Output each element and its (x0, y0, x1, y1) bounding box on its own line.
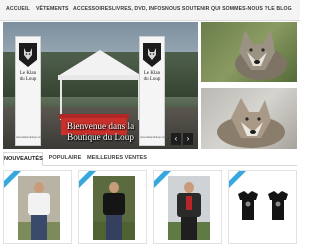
nav-item-livres[interactable]: LIVRES, DVD, INFOS (112, 6, 165, 12)
nav-item-accessoires[interactable]: ACCESSOIRES (73, 6, 112, 12)
tab-nouveautes[interactable]: NOUVEAUTÉS (3, 152, 43, 166)
chevron-left-icon[interactable]: ‹ (171, 133, 181, 145)
banner-name-line1: Le Klan (19, 71, 37, 76)
tab-meilleures-ventes[interactable]: MEILLEURES VENTES (87, 152, 147, 164)
tent-band (58, 75, 142, 80)
wolf-image-top[interactable] (201, 22, 297, 82)
model-jeans (31, 215, 47, 240)
banner-name-line2: du Loup (143, 76, 161, 82)
nav-item-vetements[interactable]: VÊTEMENTS (36, 6, 69, 12)
top-navigation: ACCUEIL VÊTEMENTS ACCESSOIRES LIVRES, DV… (0, 0, 300, 21)
chevron-right-icon[interactable]: › (183, 133, 193, 145)
model-jeans (106, 215, 122, 240)
tab-populaire[interactable]: POPULAIRE (47, 152, 83, 164)
tent-roof (58, 50, 142, 76)
model-shirt-detail (186, 196, 192, 210)
welcome-line1: Bienvenue dans la (66, 121, 135, 131)
welcome-caption: Bienvenue dans la Boutique du Loup (3, 121, 198, 143)
nav-item-blog[interactable]: LE BLOG (268, 6, 292, 12)
wolf-logo-icon (19, 43, 37, 67)
banner-name-line1: Le Klan (143, 71, 161, 76)
model-head (184, 182, 194, 193)
product-image[interactable] (168, 176, 210, 240)
model-head (34, 182, 44, 193)
nav-item-qui[interactable]: QUI SOMMES-NOUS ? (211, 6, 268, 12)
product-image[interactable] (93, 176, 135, 240)
nav-item-soutenir[interactable]: NOUS SOUTENIR (165, 6, 210, 12)
product-card[interactable] (153, 170, 222, 244)
welcome-line2: Boutique du Loup (67, 132, 134, 142)
product-image[interactable] (234, 176, 294, 240)
nav-item-accueil[interactable]: ACCUEIL (6, 6, 30, 12)
banner-brand-name: Le Klan du Loup (16, 71, 40, 82)
banner-name-line2: du Loup (19, 76, 37, 82)
hero-slider[interactable]: Le Klan du Loup www.leklanduloup.com Le … (3, 22, 198, 149)
model-head (109, 182, 119, 193)
wolf-logo-icon (143, 43, 161, 67)
model-tshirt (28, 193, 50, 215)
product-image[interactable] (18, 176, 60, 240)
product-tabs: NOUVEAUTÉS POPULAIRE MEILLEURES VENTES (3, 152, 297, 166)
banner-brand-name: Le Klan du Loup (140, 71, 164, 82)
product-card[interactable] (78, 170, 147, 244)
wolf-image-bottom[interactable] (201, 88, 297, 149)
product-card[interactable] (3, 170, 72, 244)
model-tshirt (103, 193, 125, 215)
model-pants (181, 217, 197, 240)
product-card[interactable] (228, 170, 297, 244)
